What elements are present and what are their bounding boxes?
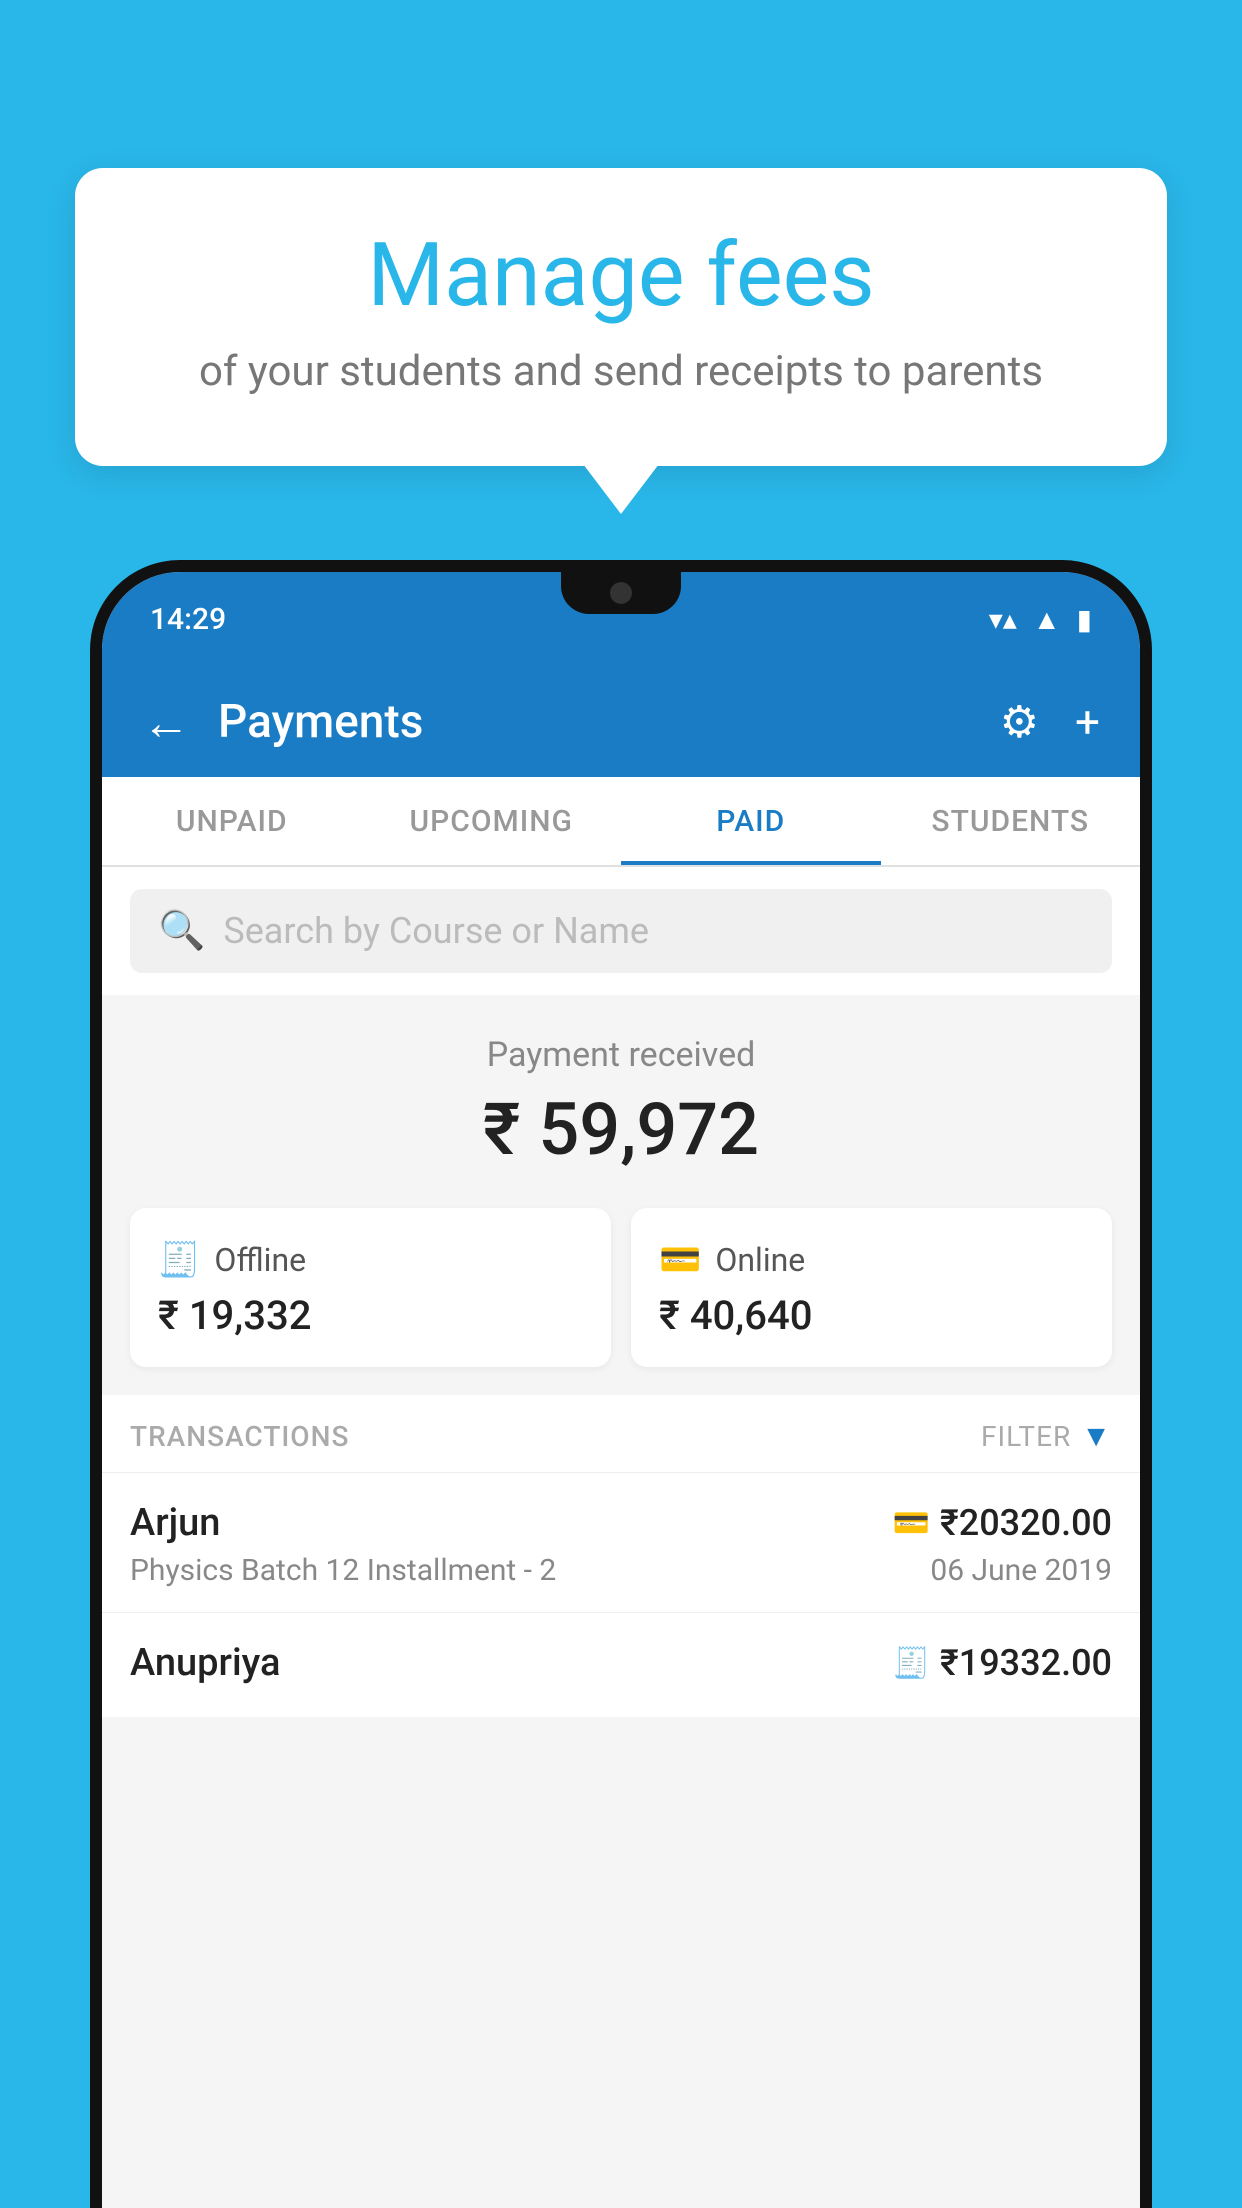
phone-frame: 14:29 ▾▴ ▲ ▮ ← Payments ⚙ + UNPAID UPCOM… (90, 560, 1152, 2208)
tab-students[interactable]: STUDENTS (881, 777, 1141, 865)
online-amount: ₹ 40,640 (659, 1292, 1084, 1339)
offline-card-header: 🧾 Offline (158, 1240, 583, 1280)
transaction-bottom: Physics Batch 12 Installment - 2 06 June… (130, 1553, 1112, 1588)
app-header: ← Payments ⚙ + (102, 667, 1140, 777)
notch (561, 572, 681, 614)
search-placeholder: Search by Course or Name (223, 910, 649, 952)
transactions-label: TRANSACTIONS (130, 1420, 349, 1453)
tab-paid[interactable]: PAID (621, 777, 881, 865)
gear-icon[interactable]: ⚙ (1000, 696, 1039, 748)
status-bar: 14:29 ▾▴ ▲ ▮ (102, 572, 1140, 667)
transaction-row[interactable]: Anupriya 🧾 ₹19332.00 (102, 1612, 1140, 1717)
filter-icon: ▼ (1081, 1419, 1112, 1454)
back-button[interactable]: ← (142, 694, 190, 751)
status-time: 14:29 (150, 602, 989, 637)
payment-received-amount: ₹ 59,972 (130, 1087, 1112, 1172)
search-box[interactable]: 🔍 Search by Course or Name (130, 889, 1112, 973)
phone-screen: 14:29 ▾▴ ▲ ▮ ← Payments ⚙ + UNPAID UPCOM… (102, 572, 1140, 2208)
online-card-header: 💳 Online (659, 1240, 1084, 1280)
online-card: 💳 Online ₹ 40,640 (631, 1208, 1112, 1367)
online-label: Online (715, 1241, 805, 1279)
transaction-top: Arjun 💳 ₹20320.00 (130, 1501, 1112, 1545)
tab-upcoming[interactable]: UPCOMING (362, 777, 622, 865)
payment-received-label: Payment received (130, 1035, 1112, 1075)
filter-button[interactable]: FILTER ▼ (981, 1419, 1112, 1454)
transaction-date: 06 June 2019 (930, 1553, 1112, 1588)
bubble-subtitle: of your students and send receipts to pa… (155, 347, 1087, 396)
tab-unpaid[interactable]: UNPAID (102, 777, 362, 865)
payment-cards: 🧾 Offline ₹ 19,332 💳 Online ₹ 40,640 (102, 1208, 1140, 1395)
battery-icon: ▮ (1077, 603, 1092, 636)
transaction-desc: Physics Batch 12 Installment - 2 (130, 1553, 556, 1588)
transaction-top: Anupriya 🧾 ₹19332.00 (130, 1641, 1112, 1685)
header-action-icons: ⚙ + (1000, 696, 1100, 748)
plus-icon[interactable]: + (1075, 696, 1100, 748)
signal-icon: ▲ (1033, 603, 1061, 636)
offline-amount: ₹ 19,332 (158, 1292, 583, 1339)
transaction-amount-wrap: 🧾 ₹19332.00 (893, 1642, 1112, 1684)
transactions-header: TRANSACTIONS FILTER ▼ (102, 1395, 1140, 1472)
offline-label: Offline (214, 1241, 306, 1279)
payment-card-icon: 💳 (893, 1506, 930, 1541)
status-icons: ▾▴ ▲ ▮ (989, 603, 1092, 636)
transaction-amount: ₹20320.00 (940, 1502, 1112, 1544)
tabs-bar: UNPAID UPCOMING PAID STUDENTS (102, 777, 1140, 867)
payment-cash-icon: 🧾 (893, 1646, 930, 1681)
header-title: Payments (218, 695, 972, 749)
payment-received-section: Payment received ₹ 59,972 (102, 995, 1140, 1208)
transaction-name: Arjun (130, 1501, 220, 1545)
transaction-amount-wrap: 💳 ₹20320.00 (893, 1502, 1112, 1544)
search-icon: 🔍 (158, 909, 205, 953)
transaction-row[interactable]: Arjun 💳 ₹20320.00 Physics Batch 12 Insta… (102, 1472, 1140, 1612)
transaction-name: Anupriya (130, 1641, 280, 1685)
camera (610, 582, 632, 604)
cash-icon: 🧾 (158, 1240, 200, 1280)
speech-bubble: Manage fees of your students and send re… (75, 168, 1167, 466)
filter-label: FILTER (981, 1420, 1071, 1453)
bubble-title: Manage fees (155, 228, 1087, 325)
search-container: 🔍 Search by Course or Name (102, 867, 1140, 995)
offline-card: 🧾 Offline ₹ 19,332 (130, 1208, 611, 1367)
wifi-icon: ▾▴ (989, 603, 1017, 636)
transaction-amount: ₹19332.00 (940, 1642, 1112, 1684)
card-icon: 💳 (659, 1240, 701, 1280)
